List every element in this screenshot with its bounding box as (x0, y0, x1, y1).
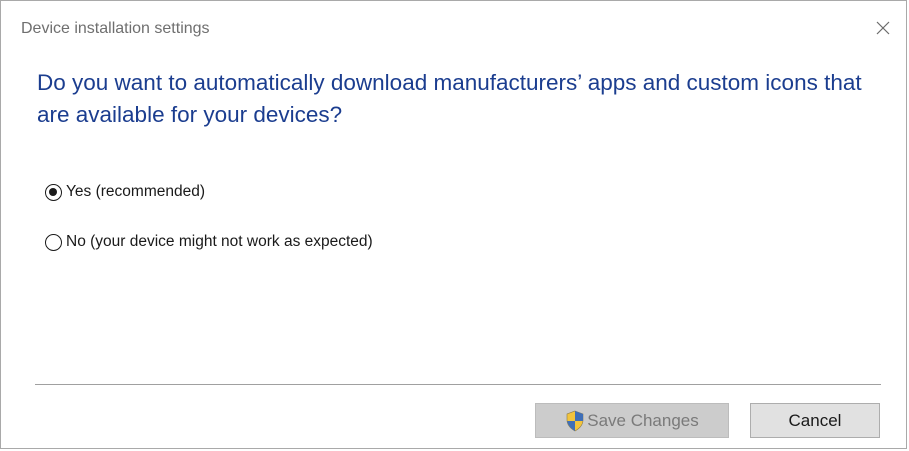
save-changes-button[interactable]: Save Changes (535, 403, 729, 438)
option-yes-label: Yes (recommended) (66, 183, 205, 200)
window-title: Device installation settings (21, 20, 210, 37)
save-changes-label: Save Changes (587, 410, 699, 430)
footer-divider (35, 384, 881, 385)
device-installation-settings-dialog: Device installation settings Do you want… (0, 0, 907, 449)
question-heading: Do you want to automatically download ma… (37, 70, 862, 127)
cancel-button[interactable]: Cancel (750, 403, 880, 438)
option-yes-recommended[interactable]: Yes (recommended) (45, 181, 205, 203)
radio-button-no[interactable] (45, 233, 62, 251)
radio-button-yes[interactable] (45, 183, 62, 201)
close-icon (876, 21, 890, 35)
close-button[interactable] (870, 15, 896, 41)
option-no[interactable]: No (your device might not work as expect… (45, 231, 373, 253)
uac-shield-icon (566, 410, 584, 431)
option-no-label: No (your device might not work as expect… (66, 233, 373, 250)
title-bar: Device installation settings (1, 1, 906, 59)
